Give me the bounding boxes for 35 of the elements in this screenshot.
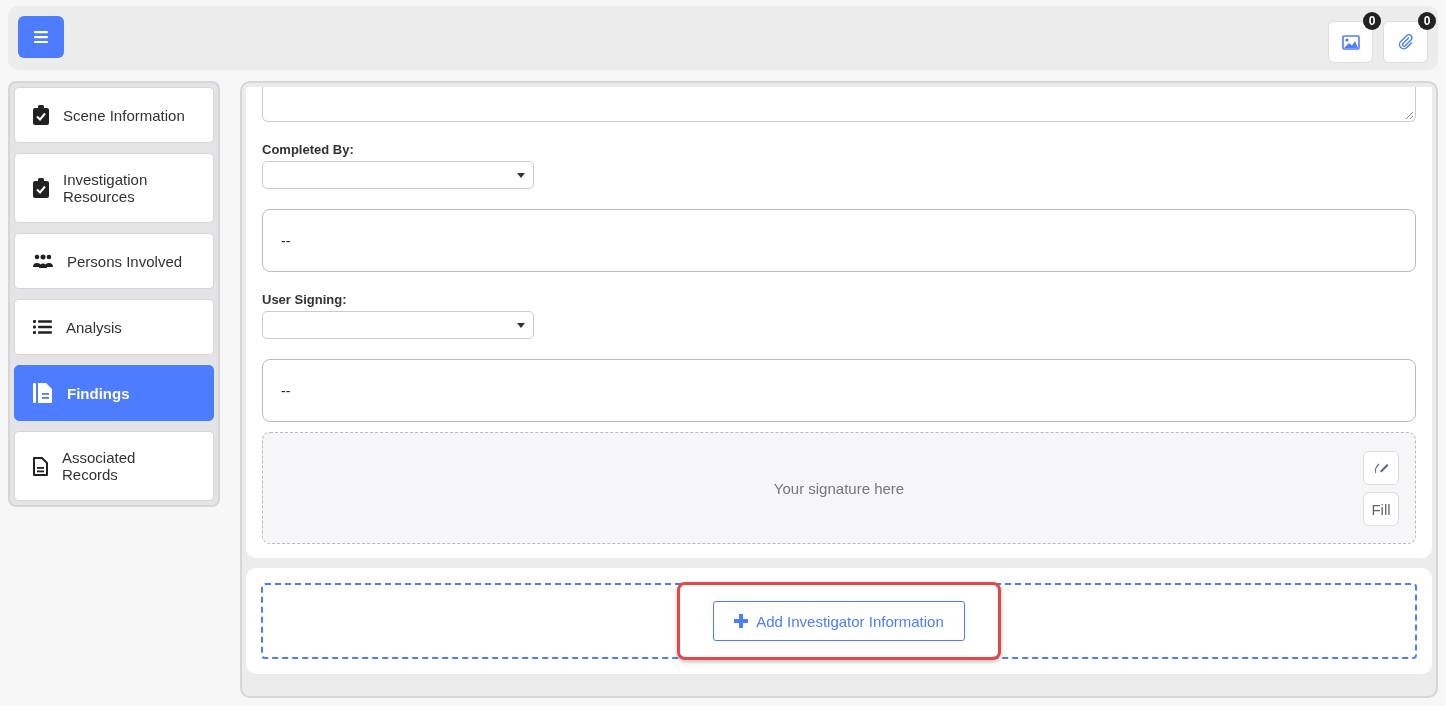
image-icon bbox=[1341, 34, 1360, 50]
signature-placeholder: Your signature here bbox=[773, 479, 905, 497]
caret-icon bbox=[517, 322, 525, 328]
sidebar-item[interactable]: Persons Involved bbox=[14, 233, 214, 289]
count-badge: 0 bbox=[1363, 12, 1381, 30]
list-icon bbox=[33, 320, 52, 334]
add-investigator-button[interactable]: Add Investigator Information bbox=[713, 601, 965, 641]
pencil-icon bbox=[1373, 461, 1389, 475]
menu-button[interactable] bbox=[18, 16, 64, 58]
field-label: User Signing: bbox=[262, 292, 348, 307]
sidebar-item[interactable]: Associated Records bbox=[14, 431, 214, 501]
sidebar-item[interactable]: Scene Information bbox=[14, 87, 214, 143]
resize-handle-icon bbox=[1406, 112, 1413, 119]
clipboard-check-icon bbox=[33, 178, 49, 198]
caret-icon bbox=[517, 172, 525, 178]
pen-button[interactable] bbox=[1363, 451, 1399, 485]
sidebar-item[interactable]: Findings bbox=[14, 365, 214, 421]
sidebar-item[interactable]: Investigation Resources bbox=[14, 153, 214, 223]
menu-icon bbox=[34, 31, 48, 43]
people-icon bbox=[33, 254, 53, 268]
display-value: -- bbox=[281, 382, 291, 399]
fill-button[interactable]: Fill bbox=[1363, 492, 1399, 526]
dropdown-field[interactable] bbox=[262, 311, 534, 339]
display-value: -- bbox=[281, 232, 291, 249]
clipboard-check-icon bbox=[33, 105, 49, 125]
field-label: Completed By: bbox=[262, 142, 355, 157]
count-badge: 0 bbox=[1418, 12, 1436, 30]
text-area[interactable] bbox=[262, 87, 1416, 122]
sidebar-item[interactable]: Analysis bbox=[14, 299, 214, 355]
document-icon bbox=[33, 456, 48, 476]
dropdown-field[interactable] bbox=[262, 161, 534, 189]
plus-icon bbox=[734, 614, 749, 628]
document-icon bbox=[33, 383, 53, 403]
paperclip-icon bbox=[1397, 34, 1414, 50]
signature-pad[interactable]: Your signature here Fill bbox=[262, 432, 1416, 544]
